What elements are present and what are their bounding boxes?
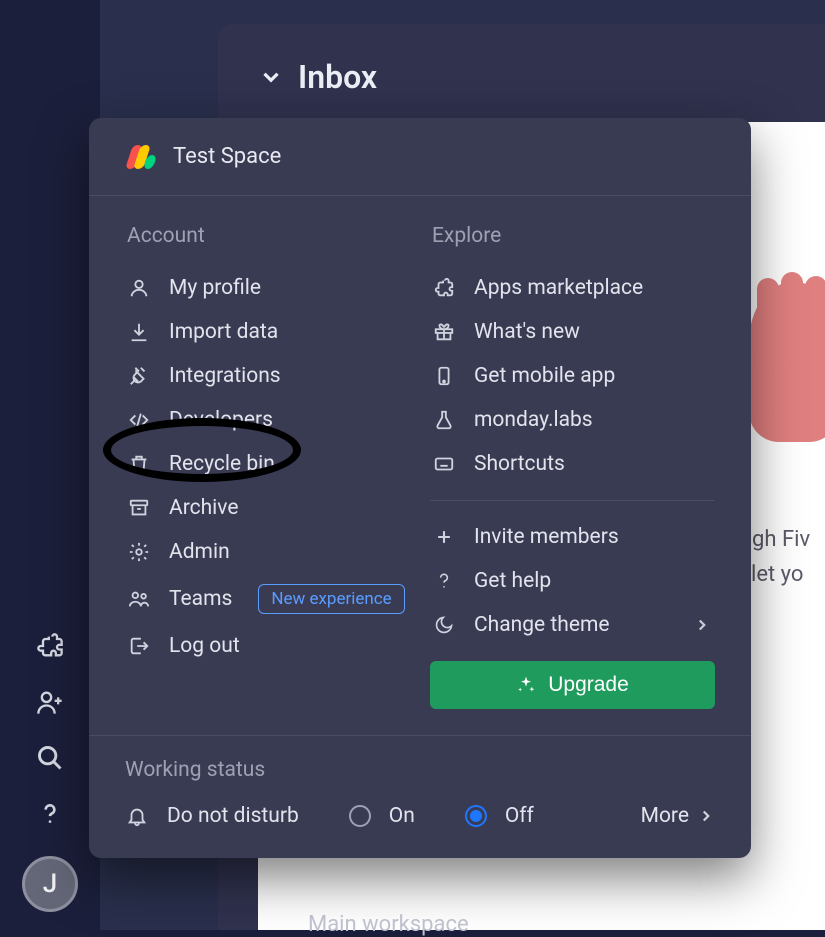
dnd-off-radio[interactable] <box>465 805 487 827</box>
divider <box>430 500 715 501</box>
account-column: Account My profile Import data Integrati… <box>125 224 410 709</box>
upgrade-label: Upgrade <box>548 673 629 697</box>
menu-item-invite-members[interactable]: Invite members <box>430 515 715 559</box>
more-label: More <box>641 804 689 828</box>
menu-item-label: Change theme <box>474 613 610 637</box>
working-status-more[interactable]: More <box>641 804 715 828</box>
menu-item-get-mobile-app[interactable]: Get mobile app <box>430 354 715 398</box>
dnd-on-radio[interactable] <box>349 805 371 827</box>
menu-item-my-profile[interactable]: My profile <box>125 266 410 310</box>
puzzle-icon[interactable] <box>36 632 64 660</box>
archive-icon <box>127 496 151 520</box>
menu-item-label: Developers <box>169 408 273 432</box>
account-menu-popup: Test Space Account My profile Import dat… <box>89 118 751 858</box>
dnd-on-label: On <box>389 804 415 828</box>
working-status-section: Working status Do not disturb On Off Mor… <box>89 735 751 858</box>
menu-item-label: Integrations <box>169 364 281 388</box>
working-status-label: Working status <box>125 758 715 782</box>
person-icon <box>127 276 151 300</box>
chevron-right-icon <box>693 616 711 634</box>
menu-item-label: Log out <box>169 634 240 658</box>
space-name: Test Space <box>173 144 281 169</box>
menu-item-admin[interactable]: Admin <box>125 530 410 574</box>
invite-icon[interactable] <box>36 688 64 716</box>
menu-item-change-theme[interactable]: Change theme <box>430 603 715 647</box>
menu-item-whats-new[interactable]: What's new <box>430 310 715 354</box>
menu-item-integrations[interactable]: Integrations <box>125 354 410 398</box>
menu-item-get-help[interactable]: Get help <box>430 559 715 603</box>
menu-item-apps-marketplace[interactable]: Apps marketplace <box>430 266 715 310</box>
menu-item-developers[interactable]: Developers <box>125 398 410 442</box>
explore-section-label: Explore <box>430 224 715 248</box>
gift-icon <box>432 320 456 344</box>
menu-item-label: Apps marketplace <box>474 276 643 300</box>
menu-item-label: My profile <box>169 276 261 300</box>
plus-icon <box>432 525 456 549</box>
bell-icon <box>125 804 149 828</box>
download-icon <box>127 320 151 344</box>
keyboard-icon <box>432 452 456 476</box>
new-experience-badge: New experience <box>258 584 404 614</box>
flask-icon <box>432 408 456 432</box>
upgrade-button[interactable]: Upgrade <box>430 661 715 709</box>
dnd-off-label: Off <box>505 804 534 828</box>
workspace-label: Main workspace <box>308 912 469 937</box>
teams-icon <box>127 587 151 611</box>
trash-icon <box>127 452 151 476</box>
menu-item-archive[interactable]: Archive <box>125 486 410 530</box>
inbox-title: Inbox <box>298 58 377 96</box>
chevron-right-icon <box>697 807 715 825</box>
menu-item-label: monday.labs <box>474 408 593 432</box>
logout-icon <box>127 634 151 658</box>
popup-header: Test Space <box>89 118 751 196</box>
search-icon[interactable] <box>36 744 64 772</box>
hand-illustration <box>739 282 825 462</box>
gear-icon <box>127 540 151 564</box>
inbox-header[interactable]: Inbox <box>218 24 825 96</box>
help-icon[interactable] <box>36 800 64 828</box>
menu-item-label: Shortcuts <box>474 452 565 476</box>
menu-item-label: Import data <box>169 320 278 344</box>
menu-item-label: What's new <box>474 320 580 344</box>
question-icon <box>432 569 456 593</box>
account-section-label: Account <box>125 224 410 248</box>
mobile-icon <box>432 364 456 388</box>
puzzle-icon <box>432 276 456 300</box>
menu-item-teams[interactable]: Teams New experience <box>125 574 410 624</box>
menu-item-label: Recycle bin <box>169 452 275 476</box>
menu-item-label: Admin <box>169 540 230 564</box>
chevron-down-icon <box>258 64 284 90</box>
menu-item-label: Get help <box>474 569 551 593</box>
menu-item-label: Invite members <box>474 525 619 549</box>
avatar[interactable]: J <box>22 856 78 912</box>
menu-item-label: Get mobile app <box>474 364 615 388</box>
menu-item-recycle-bin[interactable]: Recycle bin <box>125 442 410 486</box>
left-rail: J <box>0 0 100 930</box>
explore-column: Explore Apps marketplace What's new Get … <box>430 224 715 709</box>
menu-item-log-out[interactable]: Log out <box>125 624 410 668</box>
menu-item-label: Archive <box>169 496 238 520</box>
moon-icon <box>432 613 456 637</box>
menu-item-import-data[interactable]: Import data <box>125 310 410 354</box>
menu-item-shortcuts[interactable]: Shortcuts <box>430 442 715 486</box>
sparkle-icon <box>516 675 536 695</box>
avatar-initial: J <box>43 869 57 899</box>
dnd-label: Do not disturb <box>167 804 299 828</box>
code-icon <box>127 408 151 432</box>
monday-logo <box>129 145 155 169</box>
plug-icon <box>127 364 151 388</box>
menu-item-label: Teams <box>169 587 232 611</box>
menu-item-monday-labs[interactable]: monday.labs <box>430 398 715 442</box>
